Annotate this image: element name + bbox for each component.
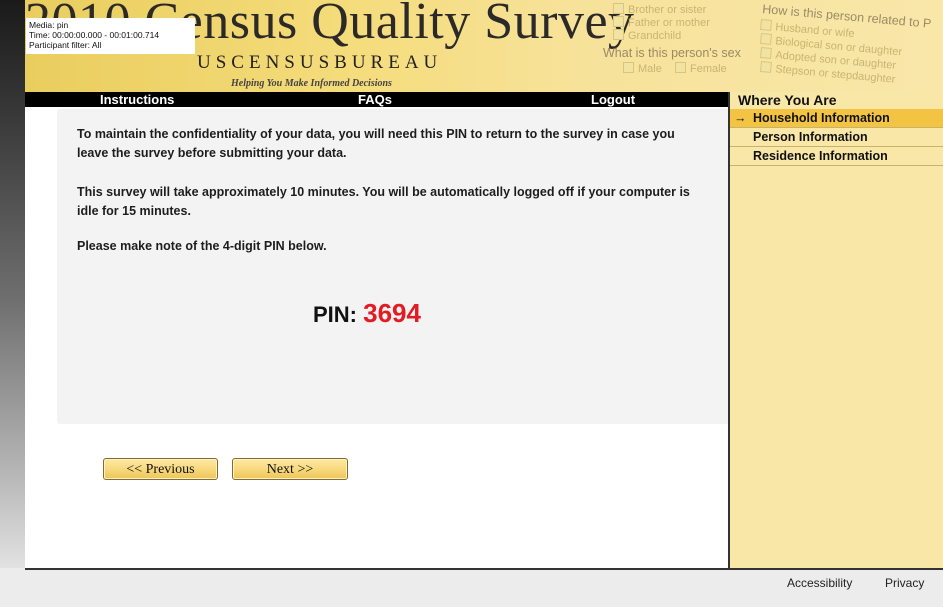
sidebar-item-person[interactable]: Person Information (730, 128, 943, 147)
deco-option-grandchild: Grandchild (613, 29, 681, 42)
deco-option-female: Female (675, 62, 727, 75)
sidebar-item-residence[interactable]: Residence Information (730, 147, 943, 166)
media-time: Time: 00:00:00.000 - 00:01:00.714 (29, 30, 160, 40)
nav-faqs-link[interactable]: FAQs (358, 92, 392, 107)
pin-value: 3694 (363, 298, 421, 328)
sidebar-item-label: Person Information (753, 130, 868, 144)
duration-paragraph: This survey will take approximately 10 m… (77, 185, 690, 218)
pin-display: PIN: 3694 (313, 298, 421, 329)
nav-instructions-link[interactable]: Instructions (100, 92, 174, 107)
accessibility-link[interactable]: Accessibility (787, 576, 852, 590)
pin-note-paragraph: Please make note of the 4-digit PIN belo… (77, 239, 327, 253)
deco-option-brother: Brother or sister (613, 3, 706, 16)
sidebar-item-label: Residence Information (753, 149, 888, 163)
privacy-link[interactable]: Privacy (885, 576, 924, 590)
nav-logout-link[interactable]: Logout (591, 92, 635, 107)
media-info-overlay: Media: pin Time: 00:00:00.000 - 00:01:00… (26, 18, 195, 54)
confidentiality-paragraph: To maintain the confidentiality of your … (77, 127, 675, 160)
progress-sidebar: Where You Are → Household Information Pe… (728, 92, 943, 568)
sidebar-title: Where You Are (738, 92, 837, 108)
sidebar-item-household[interactable]: → Household Information (730, 109, 943, 128)
top-navigation: Instructions FAQs Logout (25, 92, 728, 107)
deco-option-male: Male (623, 62, 662, 75)
participant-filter: Participant filter: All (29, 40, 102, 50)
next-button[interactable]: Next >> (232, 458, 348, 480)
deco-option-father: Father or mother (613, 16, 710, 29)
current-arrow-icon: → (734, 111, 747, 125)
survey-page: 2010 Census Quality Survey USCENSUSBUREA… (25, 0, 943, 568)
media-name: Media: pin (29, 20, 69, 30)
pin-label: PIN: (313, 302, 357, 327)
census-bureau-logo: USCENSUSBUREAU (197, 52, 443, 73)
sidebar-item-label: Household Information (753, 111, 890, 125)
deco-question-sex: What is this person's sex (603, 46, 741, 60)
page-bottom-border (25, 568, 943, 570)
previous-button[interactable]: << Previous (103, 458, 218, 480)
banner-tagline: Helping You Make Informed Decisions (231, 78, 392, 89)
